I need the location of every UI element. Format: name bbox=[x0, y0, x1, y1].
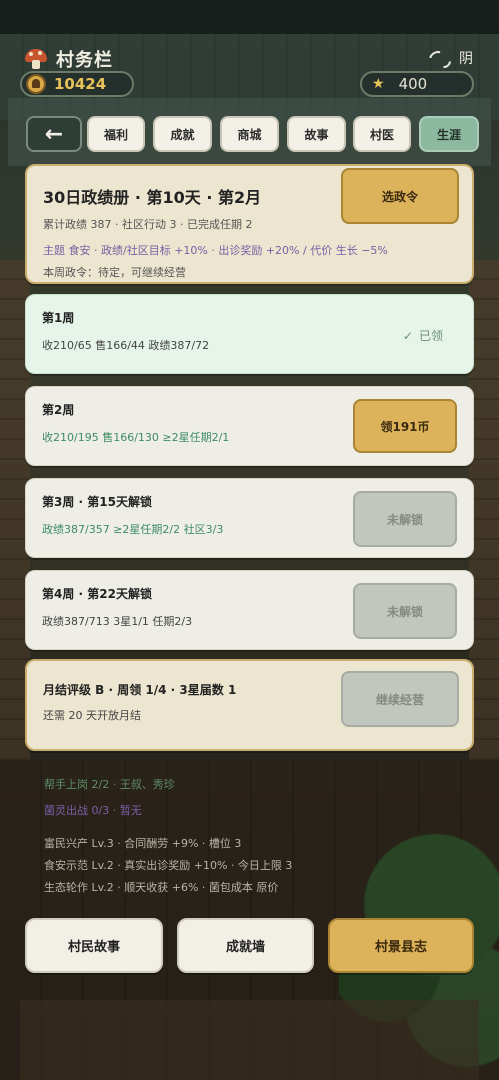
wind-icon bbox=[429, 51, 449, 65]
month-detail: 还需 20 天开放月结 bbox=[43, 709, 141, 722]
continue-operating-button: 继续经营 bbox=[341, 671, 459, 727]
month-rating-card: 月结评级 B · 周领 1/4 · 3星届数 1 还需 20 天开放月结 继续经… bbox=[25, 659, 474, 751]
week-title: 第2周 bbox=[42, 403, 75, 417]
week-card-1: 第1周 收210/65 售166/44 政绩387/72 ✓ 已领 bbox=[25, 294, 474, 374]
tab-shop[interactable]: 商城 bbox=[220, 116, 279, 152]
achievement-wall-button[interactable]: 成就墙 bbox=[177, 918, 314, 973]
claimed-label: 已领 bbox=[418, 329, 443, 343]
policy-info-2: 食安示范 Lv.2 · 真实出诊奖励 +10% · 今日上限 3 bbox=[44, 859, 293, 872]
coin-value: 10424 bbox=[54, 75, 107, 93]
fungi-info: 菌灵出战 0/3 · 暂无 bbox=[44, 804, 142, 817]
locked-button: 未解锁 bbox=[353, 491, 457, 547]
tab-bar: ← 福利 成就 商城 故事 村医 生涯 bbox=[8, 98, 491, 166]
week-card-4: 第4周 · 第22天解锁 政绩387/713 3星1/1 任期2/3 未解锁 bbox=[25, 570, 474, 650]
week-title: 第3周 · 第15天解锁 bbox=[42, 495, 152, 509]
week-detail: 政绩387/357 ≥2星任期2/2 社区3/3 bbox=[42, 523, 224, 536]
mushroom-icon bbox=[24, 47, 48, 71]
tab-welfare[interactable]: 福利 bbox=[87, 116, 145, 152]
week-detail: 收210/195 售166/130 ≥2星任期2/1 bbox=[42, 431, 230, 444]
weather-label: 阴 bbox=[459, 51, 473, 67]
select-policy-button[interactable]: 选政令 bbox=[341, 168, 459, 224]
summary-stats: 累计政绩 387 · 社区行动 3 · 已完成任期 2 bbox=[43, 218, 253, 231]
weather-indicator: 阴 bbox=[429, 48, 473, 68]
star-counter: ★ 400 bbox=[360, 71, 474, 97]
month-title: 月结评级 B · 周领 1/4 · 3星届数 1 bbox=[43, 683, 237, 697]
summary-card: 30日政绩册 · 第10天 · 第2月 累计政绩 387 · 社区行动 3 · … bbox=[25, 164, 474, 284]
week-card-3: 第3周 · 第15天解锁 政绩387/357 ≥2星任期2/2 社区3/3 未解… bbox=[25, 478, 474, 558]
villager-stories-button[interactable]: 村民故事 bbox=[25, 918, 163, 973]
claim-reward-button[interactable]: 领191币 bbox=[353, 399, 457, 453]
star-icon: ★ bbox=[372, 76, 385, 92]
coin-icon bbox=[26, 74, 46, 94]
locked-button: 未解锁 bbox=[353, 583, 457, 639]
week-detail: 政绩387/713 3星1/1 任期2/3 bbox=[42, 615, 193, 628]
village-chronicle-button[interactable]: 村景县志 bbox=[328, 918, 474, 973]
helpers-info: 帮手上岗 2/2 · 王叔、秀珍 bbox=[44, 778, 175, 791]
week-detail: 收210/65 售166/44 政绩387/72 bbox=[42, 339, 210, 352]
check-icon: ✓ bbox=[402, 328, 413, 343]
coin-counter: 10424 bbox=[20, 71, 134, 97]
week-card-2: 第2周 收210/195 售166/130 ≥2星任期2/1 领191币 bbox=[25, 386, 474, 466]
summary-title: 30日政绩册 · 第10天 · 第2月 bbox=[43, 188, 262, 207]
back-button[interactable]: ← bbox=[26, 116, 82, 152]
summary-theme: 主题 食安 · 政绩/社区目标 +10% · 出诊奖励 +20% / 代价 生长… bbox=[43, 244, 388, 257]
star-value: 400 bbox=[398, 75, 428, 93]
tab-stories[interactable]: 故事 bbox=[287, 116, 346, 152]
summary-policy: 本周政令：待定，可继续经营 bbox=[43, 266, 186, 279]
tab-village-doctor[interactable]: 村医 bbox=[353, 116, 411, 152]
week-title: 第1周 bbox=[42, 311, 75, 325]
village-panel: 村务栏 阴 10424 ★ 400 ← 福利 成就 商城 故事 村医 生涯 30… bbox=[0, 0, 499, 1080]
title-row: 村务栏 bbox=[24, 46, 113, 72]
claimed-status: ✓ 已领 bbox=[403, 327, 443, 344]
week-title: 第4周 · 第22天解锁 bbox=[42, 587, 152, 601]
header: 村务栏 阴 10424 ★ 400 bbox=[0, 0, 499, 100]
page-title: 村务栏 bbox=[56, 50, 113, 71]
tab-career[interactable]: 生涯 bbox=[419, 116, 479, 152]
tab-achievements[interactable]: 成就 bbox=[153, 116, 212, 152]
policy-info-1: 富民兴产 Lv.3 · 合同酬劳 +9% · 槽位 3 bbox=[44, 837, 242, 850]
policy-info-3: 生态轮作 Lv.2 · 顺天收获 +6% · 菌包成本 原价 bbox=[44, 881, 279, 894]
